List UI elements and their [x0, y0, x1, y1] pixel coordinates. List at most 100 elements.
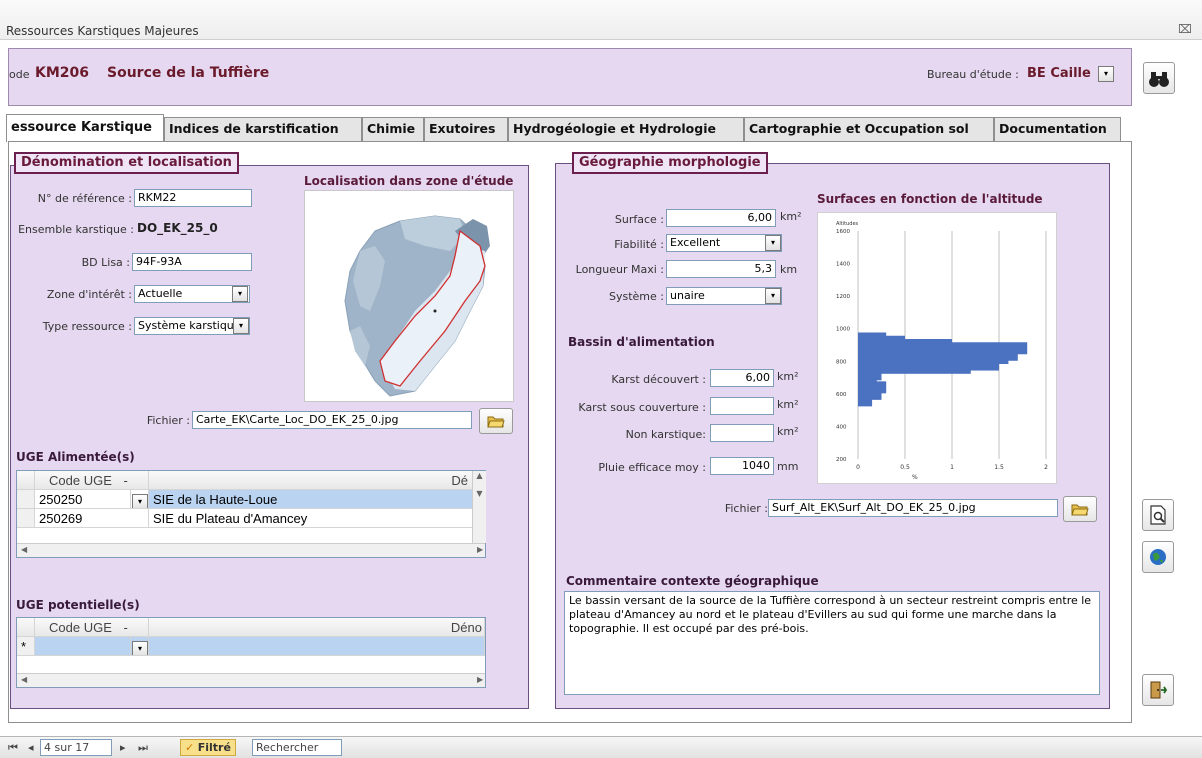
open-folder-icon: [1071, 504, 1089, 516]
type-label: Type ressource :: [42, 320, 132, 333]
systeme-dropdown-button[interactable]: ▾: [765, 288, 781, 304]
fiabilite-dropdown-button[interactable]: ▾: [765, 235, 781, 251]
cell-code[interactable]: 250269: [35, 509, 149, 528]
exit-door-icon: [1150, 681, 1168, 699]
column-header-code[interactable]: Code UGE -: [35, 471, 149, 490]
chart-x-axis-label: %: [912, 474, 918, 481]
chart-y-tick-label: 200: [836, 457, 847, 463]
globe-button[interactable]: [1142, 541, 1174, 573]
record-header: ode KM206 Source de la Tuffière Bureau d…: [8, 48, 1132, 106]
zone-dropdown-button[interactable]: ▾: [232, 286, 248, 302]
chart-x-tick-label: 1.5: [994, 464, 1004, 471]
comment-textarea[interactable]: Le bassin versant de la source de la Tuf…: [564, 591, 1100, 695]
tab-indices-karstification[interactable]: Indices de karstification: [164, 117, 362, 141]
column-header-code[interactable]: Code UGE -: [35, 618, 149, 637]
longueur-label: Longueur Maxi :: [575, 263, 664, 276]
surface-unit: km²: [780, 210, 802, 223]
table-row[interactable]: 250269 SIE du Plateau d'Amancey: [17, 509, 473, 528]
bdlisa-label: BD Lisa :: [81, 256, 130, 269]
chart-bar: [858, 332, 887, 345]
tab-cartographie[interactable]: Cartographie et Occupation sol: [744, 117, 994, 141]
uge-alimentees-title: UGE Alimentée(s): [16, 450, 135, 464]
tab-ressource-karstique[interactable]: essource Karstique: [6, 114, 164, 142]
print-preview-button[interactable]: [1142, 499, 1174, 531]
table-row[interactable]: 250250 ▾ SIE de la Haute-Loue: [17, 490, 473, 509]
surface-field[interactable]: 6,00: [666, 209, 776, 227]
print-preview-icon: [1150, 505, 1166, 525]
filter-check-icon: ✓: [185, 741, 195, 754]
previous-record-button[interactable]: ◂: [28, 741, 34, 754]
new-record-row[interactable]: * ▾: [17, 637, 485, 656]
row-selector-header: [17, 471, 35, 490]
column-header-name[interactable]: Déno: [149, 618, 485, 637]
non-karstique-label: Non karstique:: [625, 428, 706, 441]
chart-title: Surfaces en fonction de l'altitude: [817, 192, 1043, 206]
altitude-chart-svg: 0 0.5 1 1.5 2 1600 1400 1200 1000 800 600 400 200 Alt…: [836, 221, 1048, 481]
last-record-button[interactable]: ⏭: [138, 741, 148, 755]
cell-name[interactable]: [149, 637, 485, 656]
chart-fichier-field[interactable]: Surf_Alt_EK\Surf_Alt_DO_EK_25_0.jpg: [768, 499, 1058, 517]
bureau-dropdown-button[interactable]: ▾: [1098, 66, 1114, 82]
record-name: Source de la Tuffière: [107, 65, 270, 81]
uge-potentielles-title: UGE potentielle(s): [16, 598, 140, 612]
non-karstique-field[interactable]: [710, 424, 774, 442]
exit-button[interactable]: [1142, 674, 1174, 706]
chart-y-tick-label: 1200: [836, 294, 850, 300]
type-dropdown-button[interactable]: ▾: [233, 318, 249, 334]
longueur-unit: km: [780, 263, 798, 276]
tab-documentation[interactable]: Documentation: [994, 117, 1121, 141]
col-code-label: Code UGE: [49, 473, 112, 488]
karst-couverture-unit: km²: [777, 398, 799, 411]
vertical-scrollbar[interactable]: ▲ ▼: [472, 471, 486, 543]
chart-y-axis-label: Altitudes: [836, 221, 859, 227]
globe-icon: [1150, 549, 1166, 565]
search-field[interactable]: Rechercher: [252, 739, 342, 756]
location-map: [304, 190, 514, 402]
chart-x-tick-label: 0.5: [900, 464, 910, 471]
map-fichier-field[interactable]: Carte_EK\Carte_Loc_DO_EK_25_0.jpg: [192, 411, 472, 429]
code-dropdown-button[interactable]: ▾: [131, 637, 149, 656]
chart-x-tick-label: 0: [856, 464, 860, 471]
row-selector[interactable]: [17, 490, 35, 509]
cell-name[interactable]: SIE de la Haute-Loue: [149, 490, 473, 509]
record-code: KM206: [35, 65, 90, 81]
chart-browse-button[interactable]: [1063, 496, 1097, 522]
code-dropdown-button[interactable]: ▾: [131, 490, 149, 509]
window-titlebar: Ressources Karstiques Majeures ⌧: [0, 0, 1202, 40]
tab-exutoires[interactable]: Exutoires: [424, 117, 508, 141]
column-header-name[interactable]: Dé: [149, 471, 473, 490]
tab-hydrogeologie[interactable]: Hydrogéologie et Hydrologie: [508, 117, 744, 141]
non-karstique-unit: km²: [777, 425, 799, 438]
karst-couverture-label: Karst sous couverture :: [578, 401, 706, 414]
record-counter[interactable]: 4 sur 17: [40, 739, 112, 756]
karst-couverture-field[interactable]: [710, 397, 774, 415]
open-folder-icon: [487, 416, 505, 428]
cell-code[interactable]: 250250: [35, 490, 131, 509]
tab-chimie[interactable]: Chimie: [362, 117, 424, 141]
next-record-button[interactable]: ▸: [120, 741, 126, 754]
pluie-field[interactable]: 1040: [710, 457, 774, 475]
systeme-label: Système :: [609, 290, 664, 303]
ref-label: N° de référence :: [37, 192, 132, 205]
bdlisa-field[interactable]: 94F-93A: [132, 253, 252, 271]
sort-icon: -: [123, 473, 128, 488]
close-icon[interactable]: ⌧: [1178, 22, 1192, 36]
horizontal-scrollbar[interactable]: ◀ ▶: [17, 673, 485, 687]
longueur-field[interactable]: 5,3: [666, 260, 776, 278]
chart-y-tick-label: 1000: [836, 327, 850, 333]
ensemble-value: DO_EK_25_0: [137, 221, 218, 235]
chart-y-tick-label: 600: [836, 392, 847, 398]
map-browse-button[interactable]: [479, 408, 513, 434]
horizontal-scrollbar[interactable]: ◀ ▶: [17, 543, 485, 557]
first-record-button[interactable]: ⏮: [8, 741, 18, 755]
code-label: ode: [9, 68, 30, 81]
search-button[interactable]: [1143, 62, 1175, 94]
karst-decouvert-field[interactable]: 6,00: [710, 369, 774, 387]
cell-code[interactable]: [35, 637, 131, 656]
ref-field[interactable]: RKM22: [134, 189, 252, 207]
row-selector[interactable]: [17, 509, 35, 528]
zone-label: Zone d'intérêt :: [46, 288, 132, 301]
filter-toggle[interactable]: ✓ Filtré: [180, 739, 236, 756]
cell-name[interactable]: SIE du Plateau d'Amancey: [149, 509, 473, 528]
chevron-down-icon: ▾: [132, 494, 148, 508]
